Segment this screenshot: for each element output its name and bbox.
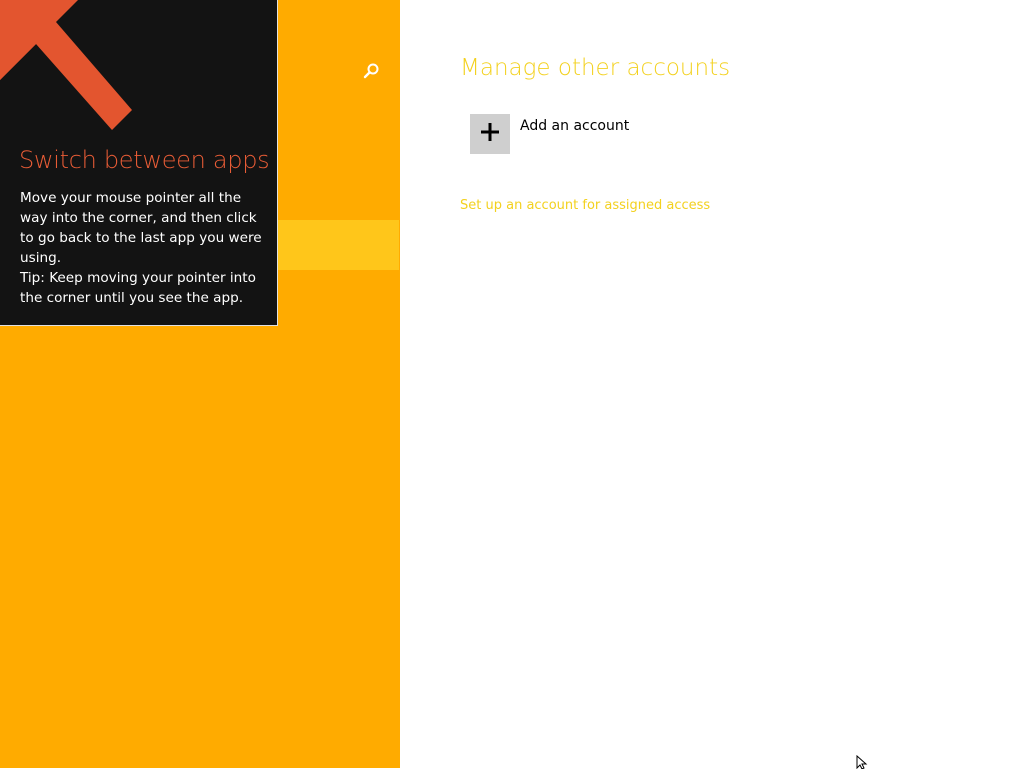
tip-hint: Tip: Keep moving your pointer into the c… bbox=[20, 270, 256, 306]
tip-body: Move your mouse pointer all the way into… bbox=[20, 188, 266, 308]
tip-description: Move your mouse pointer all the way into… bbox=[20, 190, 262, 266]
add-account-label: Add an account bbox=[520, 118, 630, 134]
search-button[interactable] bbox=[360, 60, 382, 82]
arrow-up-left-icon bbox=[0, 0, 140, 139]
main-content: Manage other accounts Add an account Set… bbox=[400, 0, 1024, 768]
tip-flyout: Switch between apps Move your mouse poin… bbox=[0, 0, 278, 326]
page-title: Manage other accounts bbox=[460, 55, 731, 81]
add-account-button[interactable]: Add an account bbox=[470, 114, 629, 154]
search-icon bbox=[360, 60, 382, 82]
mouse-pointer-icon bbox=[856, 754, 870, 773]
tip-title: Switch between apps bbox=[19, 146, 270, 174]
add-account-tile[interactable] bbox=[470, 114, 510, 154]
plus-icon bbox=[479, 121, 501, 147]
assigned-access-link[interactable]: Set up an account for assigned access bbox=[460, 198, 710, 213]
